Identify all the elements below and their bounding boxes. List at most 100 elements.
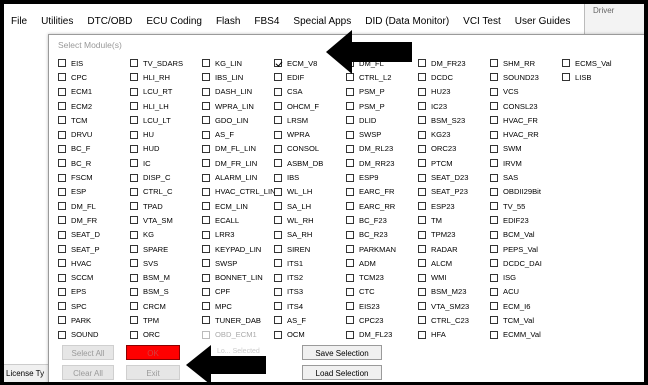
module-option[interactable]: ITS3 [274,285,346,299]
menu-item[interactable]: Flash [209,16,247,27]
checkbox[interactable] [490,116,498,125]
checkbox[interactable] [58,73,66,82]
module-option[interactable]: GDO_LIN [202,113,274,127]
module-option[interactable]: TPM [130,313,202,327]
module-option[interactable]: ITS4 [274,299,346,313]
checkbox[interactable] [58,216,66,225]
checkbox[interactable] [130,159,138,168]
module-option[interactable]: EIS [58,56,130,70]
module-option[interactable]: ADM [346,256,418,270]
checkbox[interactable] [202,59,210,68]
checkbox[interactable] [58,273,66,282]
module-option[interactable]: IC23 [418,99,490,113]
module-option[interactable]: BSM_S23 [418,113,490,127]
module-option[interactable]: DISP_C [130,170,202,184]
module-option[interactable]: OHCM_F [274,99,346,113]
module-option[interactable]: TPAD [130,199,202,213]
checkbox[interactable] [418,130,426,139]
module-option[interactable]: ITS1 [274,256,346,270]
checkbox[interactable] [130,287,138,296]
module-option[interactable]: SVS [130,256,202,270]
module-option[interactable]: ECMS_Val [562,56,634,70]
module-option[interactable]: ISG [490,270,562,284]
checkbox[interactable] [490,130,498,139]
checkbox[interactable] [202,187,210,196]
checkbox[interactable] [202,159,210,168]
checkbox[interactable] [202,245,210,253]
module-option[interactable]: BC_F23 [346,213,418,227]
module-option[interactable]: ECMM_Val [490,328,562,342]
checkbox[interactable] [490,202,498,211]
module-option[interactable]: HFA [418,328,490,342]
checkbox[interactable] [346,230,354,239]
checkbox[interactable] [418,144,426,153]
module-option[interactable]: DLID [346,113,418,127]
module-option[interactable]: HUD [130,142,202,156]
module-option[interactable]: SCCM [58,270,130,284]
module-option[interactable]: TM [418,213,490,227]
checkbox[interactable] [274,187,282,196]
checkbox[interactable] [130,59,138,68]
checkbox[interactable] [130,216,138,225]
checkbox[interactable] [58,259,66,268]
exit-button[interactable]: Exit [126,365,180,380]
module-option[interactable]: BONNET_LIN [202,270,274,284]
module-option[interactable]: ASBM_DB [274,156,346,170]
module-option[interactable]: SHM_RR [490,56,562,70]
module-option[interactable]: LCU_RT [130,85,202,99]
checkbox[interactable] [418,259,426,268]
checkbox[interactable] [130,130,138,139]
module-option[interactable]: ORC23 [418,142,490,156]
module-option[interactable]: DCDC [418,70,490,84]
module-option[interactable]: BC_F [58,142,130,156]
module-option[interactable]: ECM_LIN [202,199,274,213]
module-option[interactable]: BC_R [58,156,130,170]
checkbox[interactable] [130,102,138,111]
module-option[interactable]: CTRL_C [130,185,202,199]
module-option[interactable]: WPRA [274,127,346,141]
module-option[interactable]: VTA_SM [130,213,202,227]
module-option[interactable]: WL_LH [274,185,346,199]
checkbox[interactable] [490,245,498,253]
module-option[interactable]: ORC [130,328,202,342]
module-option[interactable]: CONSL23 [490,99,562,113]
checkbox[interactable] [130,87,138,96]
module-option[interactable]: BC_R23 [346,228,418,242]
module-option[interactable]: BSM_S [130,285,202,299]
module-option[interactable]: BSM_M23 [418,285,490,299]
ok-button[interactable]: OK [126,345,180,360]
module-option[interactable]: EIS23 [346,299,418,313]
checkbox[interactable] [274,202,282,211]
checkbox[interactable] [274,87,282,96]
checkbox[interactable] [418,216,426,225]
checkbox[interactable] [418,245,426,253]
menu-item[interactable]: DID (Data Monitor) [358,16,456,27]
checkbox[interactable] [202,202,210,211]
checkbox[interactable] [58,144,66,153]
module-option[interactable]: IBS_LIN [202,70,274,84]
checkbox[interactable] [418,316,426,325]
checkbox[interactable] [490,273,498,282]
checkbox[interactable] [58,202,66,211]
module-option[interactable]: KG_LIN [202,56,274,70]
checkbox[interactable] [274,144,282,153]
module-option[interactable]: LISB [562,70,634,84]
module-option[interactable]: PTCM [418,156,490,170]
module-option[interactable]: SEAT_P [58,242,130,256]
module-option[interactable]: TV_55 [490,199,562,213]
module-option[interactable]: SEAT_D [58,228,130,242]
checkbox[interactable] [346,273,354,282]
module-option[interactable]: IC [130,156,202,170]
checkbox[interactable] [58,116,66,125]
checkbox[interactable] [346,245,354,253]
checkbox[interactable] [274,116,282,125]
menu-item[interactable]: Utilities [34,16,80,27]
checkbox[interactable] [202,116,210,125]
module-option[interactable]: CPC23 [346,313,418,327]
checkbox[interactable] [346,216,354,225]
module-option[interactable]: SOUND23 [490,70,562,84]
checkbox[interactable] [418,187,426,196]
checkbox[interactable] [58,173,66,182]
module-option[interactable]: FSCM [58,170,130,184]
module-option[interactable]: CSA [274,85,346,99]
